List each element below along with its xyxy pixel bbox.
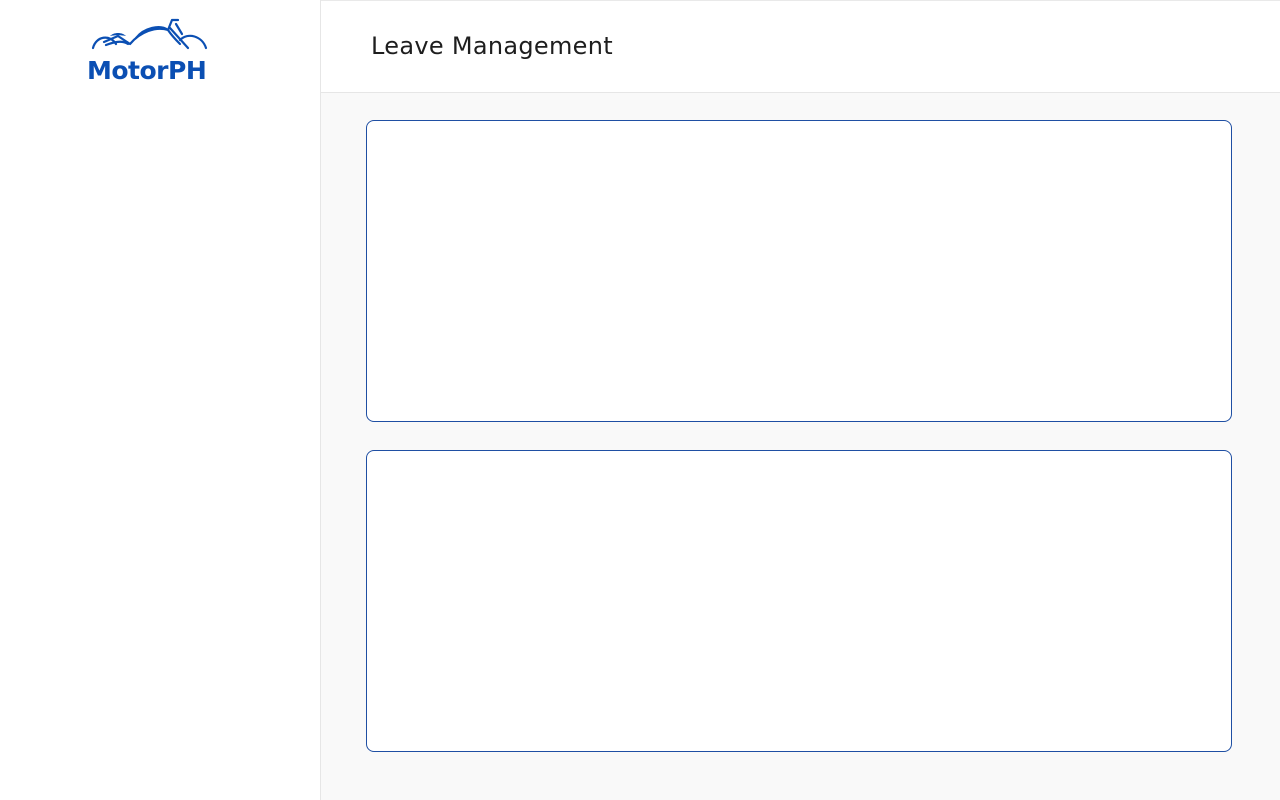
leave-panel-bottom	[366, 450, 1232, 752]
app-window: MotorPH Leave Management	[0, 0, 1280, 800]
brand-name: MotorPH	[87, 56, 207, 85]
sidebar: MotorPH	[0, 0, 321, 800]
leave-panel-top	[366, 120, 1232, 422]
page-header: Leave Management	[321, 0, 1280, 93]
page-title: Leave Management	[371, 32, 613, 60]
main-content	[321, 93, 1280, 800]
